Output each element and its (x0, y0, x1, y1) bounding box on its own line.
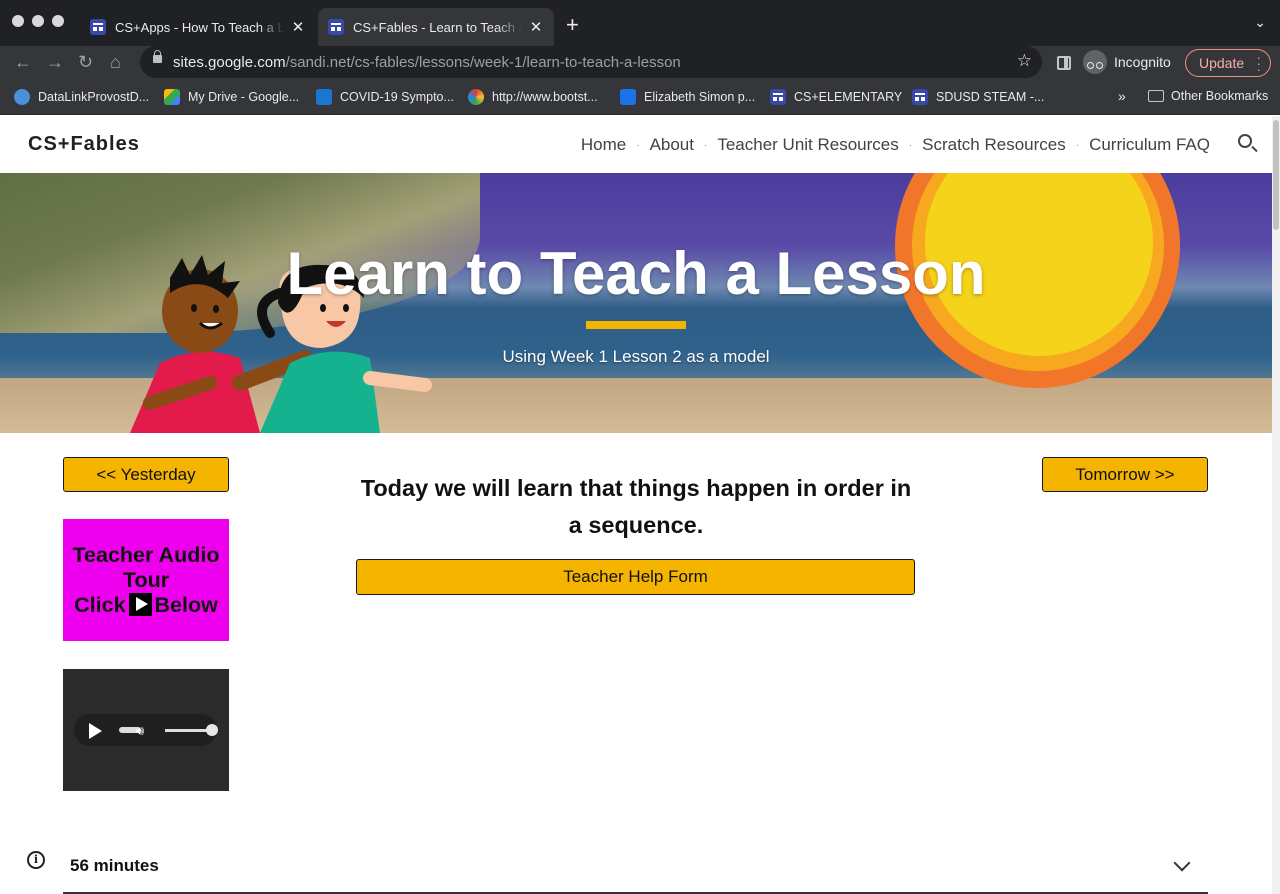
window-minimize-dot[interactable] (32, 15, 44, 27)
bookmark-label: http://www.bootst... (492, 90, 598, 104)
bookmark-label: DataLinkProvostD... (38, 90, 150, 104)
nav-scratch-resources[interactable]: Scratch Resources (922, 135, 1066, 155)
url-host: sites.google.com (173, 54, 286, 71)
bookmark-item[interactable]: CS+ELEMENTARY (770, 89, 902, 105)
browser-titlebar: CS+Apps - How To Teach a Lesson ✕ CS+Fab… (0, 0, 1280, 46)
google-drive-icon (164, 89, 180, 105)
tab-title: CS+Apps - How To Teach a Lesson (115, 19, 285, 35)
tab-title: CS+Fables - Learn to Teach a Lesson (353, 19, 522, 35)
bing-icon (316, 89, 332, 105)
audio-tour-line: Tour (122, 568, 170, 592)
play-icon (128, 593, 152, 616)
seek-handle[interactable] (206, 724, 218, 736)
scrollbar-thumb[interactable] (1273, 120, 1279, 230)
teacher-audio-tour-image: Teacher Audio Tour Click Below (63, 519, 229, 641)
nav-separator: · (908, 139, 913, 151)
incognito-icon (1083, 50, 1107, 74)
back-arrow-icon[interactable]: ← (14, 52, 32, 73)
audio-tour-line: Click Below (63, 593, 229, 618)
bookmark-item[interactable]: http://www.bootst... (468, 89, 598, 105)
page-subtitle: Using Week 1 Lesson 2 as a model (502, 347, 770, 366)
search-icon[interactable] (1238, 134, 1252, 148)
site-header: CS+Fables Home · About · Teacher Unit Re… (0, 116, 1272, 173)
nav-about[interactable]: About (650, 135, 694, 155)
teacher-help-form-button[interactable]: Teacher Help Form (356, 559, 915, 595)
other-bookmarks[interactable]: Other Bookmarks (1171, 89, 1268, 103)
nav-curriculum-faq[interactable]: Curriculum FAQ (1089, 135, 1210, 155)
yesterday-button[interactable]: << Yesterday (63, 457, 229, 492)
bookmark-label: Elizabeth Simon p... (644, 90, 756, 104)
lesson-duration: 56 minutes (70, 856, 159, 875)
title-underline (586, 321, 686, 329)
window-close-dot[interactable] (12, 15, 24, 27)
google-calendar-icon (620, 89, 636, 105)
new-tab-icon[interactable]: + (566, 12, 579, 38)
bookmark-item[interactable]: DataLinkProvostD... (14, 89, 149, 105)
google-sites-icon (328, 19, 344, 35)
bookmark-item[interactable]: Elizabeth Simon p... (620, 89, 755, 105)
browser-tab-2[interactable]: CS+Fables - Learn to Teach a Lesson ✕ (318, 8, 554, 46)
google-sites-icon (770, 89, 786, 105)
close-icon[interactable]: ✕ (290, 18, 306, 36)
site-nav: Home · About · Teacher Unit Resources · … (581, 135, 1210, 155)
url-path: /sandi.net/cs-fables/lessons/week-1/lear… (285, 54, 681, 71)
audio-tour-below: Below (154, 593, 218, 617)
forward-arrow-icon[interactable]: → (46, 52, 64, 73)
info-icon[interactable]: i (27, 851, 45, 869)
bookmarks-bar: DataLinkProvostD... My Drive - Google...… (0, 80, 1280, 115)
incognito-label: Incognito (1114, 54, 1171, 70)
audio-player: 🔊︎ (63, 669, 229, 791)
hero-banner: Learn to Teach a Lesson Using Week 1 Les… (0, 173, 1272, 433)
tab-search-chevron-icon[interactable]: ⌄ (1254, 14, 1266, 31)
tomorrow-button[interactable]: Tomorrow >> (1042, 457, 1208, 492)
nav-teacher-unit-resources[interactable]: Teacher Unit Resources (717, 135, 898, 155)
chevron-down-icon[interactable] (1173, 854, 1191, 872)
home-icon[interactable]: ⌂ (110, 52, 121, 73)
lesson-objective-heading: Today we will learn that things happen i… (360, 475, 912, 538)
page-scrollbar[interactable] (1272, 116, 1280, 894)
page-title: Learn to Teach a Lesson (286, 240, 986, 307)
bookmark-label: COVID-19 Sympto... (340, 90, 454, 104)
close-icon[interactable]: ✕ (528, 18, 544, 36)
lock-icon (153, 50, 162, 63)
side-panel-icon[interactable] (1057, 56, 1071, 70)
bookmark-item[interactable]: My Drive - Google... (164, 89, 299, 105)
google-sites-icon (912, 89, 928, 105)
window-zoom-dot[interactable] (52, 15, 64, 27)
folder-icon (1148, 90, 1164, 102)
bookmark-item[interactable]: COVID-19 Sympto... (316, 89, 454, 105)
bookmark-label: My Drive - Google... (188, 90, 300, 104)
play-icon[interactable] (89, 723, 102, 739)
site-title[interactable]: CS+Fables (28, 133, 140, 156)
google-sites-icon (90, 19, 106, 35)
update-button[interactable]: Update · · · (1185, 49, 1271, 77)
update-label: Update (1199, 55, 1245, 71)
nav-home[interactable]: Home (581, 135, 626, 155)
bookmark-label: SDUSD STEAM -... (936, 90, 1045, 104)
address-bar[interactable]: sites.google.com/sandi.net/cs-fables/les… (140, 46, 1042, 78)
speaker-icon[interactable]: 🔊︎ (136, 723, 144, 739)
url-text[interactable]: sites.google.com/sandi.net/cs-fables/les… (173, 54, 681, 71)
browser-toolbar: ← → ↻ ⌂ sites.google.com/sandi.net/cs-fa… (0, 46, 1280, 80)
nav-separator: · (704, 139, 708, 151)
bookmarks-overflow-icon[interactable]: » (1118, 88, 1126, 104)
audio-controls: 🔊︎ (74, 714, 218, 746)
cloud-icon (14, 89, 30, 105)
nav-separator: · (636, 139, 640, 151)
audio-tour-click: Click (74, 593, 126, 617)
bookmark-label: CS+ELEMENTARY (794, 90, 903, 104)
bookmark-item[interactable]: SDUSD STEAM -... (912, 89, 1044, 105)
bookmark-star-icon[interactable]: ☆ (1017, 51, 1032, 71)
more-vert-icon: · · · (1256, 49, 1261, 77)
reload-icon[interactable]: ↻ (78, 52, 93, 73)
audio-tour-line: Teacher Audio (72, 543, 220, 567)
globe-icon (468, 89, 484, 105)
incognito-indicator[interactable]: Incognito (1083, 50, 1171, 74)
browser-tab-1[interactable]: CS+Apps - How To Teach a Lesson ✕ (80, 8, 316, 46)
nav-separator: · (1075, 139, 1080, 151)
